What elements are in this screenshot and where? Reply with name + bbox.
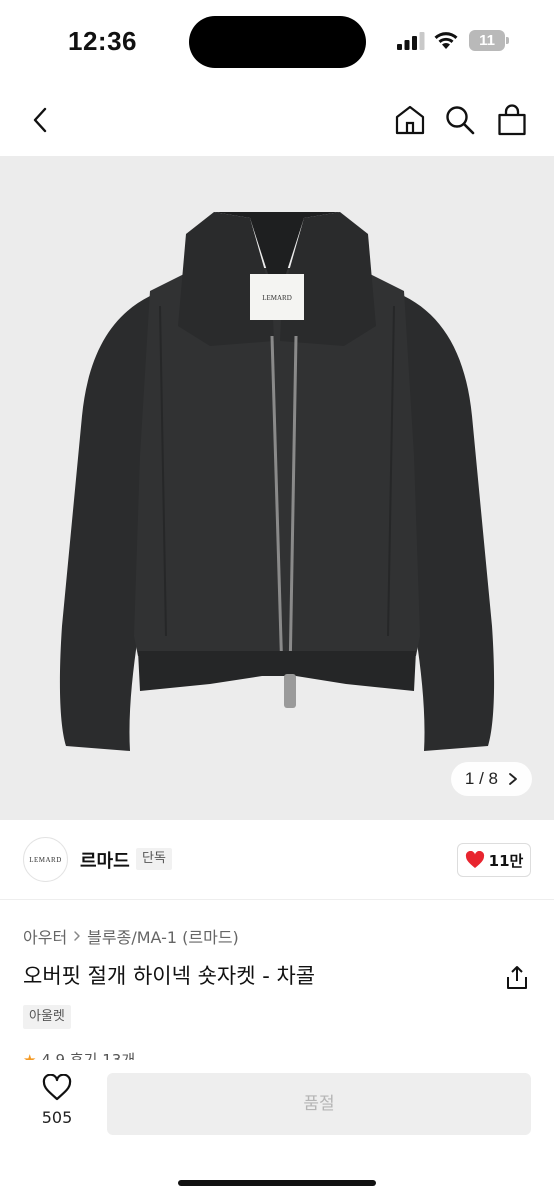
bottom-action-bar: 505 품절 — [0, 1060, 554, 1200]
wish-button[interactable]: 505 — [30, 1073, 84, 1127]
dynamic-island — [189, 16, 366, 68]
rating-peek: ★ 4.9 후기 13개 — [23, 1050, 135, 1060]
brand-row[interactable]: LEMARD 르마드 단독 11만 — [0, 820, 554, 900]
cellular-signal-icon — [397, 32, 425, 50]
search-button[interactable] — [442, 102, 478, 138]
brand-name[interactable]: 르마드 — [80, 847, 130, 873]
share-icon[interactable] — [503, 964, 531, 992]
search-icon — [446, 106, 475, 135]
brand-logo[interactable]: LEMARD — [23, 837, 68, 882]
nav-bar — [0, 92, 554, 152]
chevron-right-icon — [509, 773, 517, 785]
brand-logo-text: LEMARD — [29, 855, 62, 864]
heart-outline-icon — [42, 1073, 72, 1101]
exclusive-badge: 단독 — [136, 848, 172, 870]
brand-like-button[interactable]: 11만 — [457, 843, 531, 877]
breadcrumb-subcategory[interactable]: 블루종/MA-1 (르마드) — [87, 924, 239, 948]
heart-filled-icon — [465, 851, 484, 868]
home-icon — [395, 105, 425, 135]
status-time: 12:36 — [68, 26, 137, 56]
pager-count: 1 / 8 — [464, 769, 498, 788]
cart-button[interactable] — [494, 102, 530, 138]
chevron-left-icon — [33, 107, 47, 133]
breadcrumb: 아우터 블루종/MA-1 (르마드) — [23, 924, 239, 948]
outlet-tag: 아울렛 — [23, 1005, 71, 1029]
product-image-carousel[interactable]: LEMARD 1 / 8 — [0, 156, 554, 820]
status-bar: 12:36 11 — [0, 0, 554, 80]
breadcrumb-category[interactable]: 아우터 — [23, 924, 67, 948]
wifi-icon — [434, 32, 458, 49]
home-indicator — [178, 1180, 376, 1186]
back-button[interactable] — [22, 102, 58, 138]
brand-like-count: 11만 — [488, 851, 524, 870]
battery-icon: 11 — [469, 30, 509, 51]
battery-level: 11 — [479, 32, 495, 49]
jacket-photo: LEMARD — [59, 212, 495, 751]
rating-peek-text: 4.9 후기 13개 — [41, 1051, 136, 1060]
sold-out-button[interactable]: 품절 — [107, 1073, 531, 1135]
wish-count: 505 — [41, 1108, 73, 1127]
home-button[interactable] — [392, 102, 428, 138]
chevron-right-icon — [74, 931, 80, 941]
product-title: 오버핏 절개 하이넥 숏자켓 - 차콜 — [23, 964, 316, 988]
jacket-label-text: LEMARD — [262, 294, 292, 302]
shopping-bag-icon — [498, 104, 526, 136]
star-icon: ★ — [23, 1051, 37, 1060]
image-pager[interactable]: 1 / 8 — [450, 762, 532, 796]
